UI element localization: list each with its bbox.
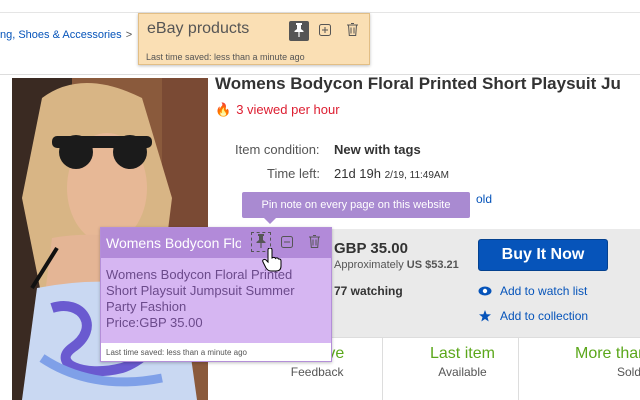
listing-title: Womens Bodycon Floral Printed Short Play… <box>215 74 621 93</box>
flame-icon: 🔥 <box>215 102 232 117</box>
note-body-line: Party Fashion <box>106 299 187 314</box>
time-left-date: 2/19, 11:49AM <box>384 170 449 181</box>
viewed-text: 3 viewed per hour <box>236 102 340 117</box>
item-condition-value: New with tags <box>334 142 421 157</box>
watch-link-label[interactable]: Add to watch list <box>500 284 587 298</box>
add-note-button[interactable] <box>315 21 335 41</box>
stat-divider <box>518 337 519 400</box>
pin-tooltip: Pin note on every page on this website <box>242 192 470 224</box>
trash-icon <box>346 23 358 39</box>
breadcrumb-separator: > <box>125 29 133 41</box>
note-body-line: Womens Bodycon Floral Printed <box>106 267 293 282</box>
price: GBP 35.00 <box>334 240 408 257</box>
delete-note-button[interactable] <box>304 233 324 253</box>
stat-sold-label: Sold <box>617 365 640 379</box>
breadcrumb-link[interactable]: ng, Shoes & Accessories <box>0 29 122 41</box>
note-saved-status: Last time saved: less than a minute ago <box>106 348 247 357</box>
sold-link[interactable]: old <box>476 192 492 206</box>
stat-available: Last item Available <box>430 345 495 379</box>
sticky-note-purple[interactable]: Womens Bodycon Floral Printed Short Play… <box>100 227 332 362</box>
note-body-line: Price:GBP 35.00 <box>106 315 203 330</box>
buy-it-now-button[interactable]: Buy It Now <box>478 239 608 271</box>
collection-link-label[interactable]: Add to collection <box>500 309 588 323</box>
pin-icon <box>294 22 304 40</box>
approx-price: Approximately US $53.21 <box>334 259 459 271</box>
note-body-line: Short Playsuit Jumpsuit Summer <box>106 283 295 298</box>
add-note-icon <box>319 23 331 39</box>
stat-available-label: Available <box>438 365 487 379</box>
trash-icon <box>308 235 320 251</box>
minimize-icon <box>281 235 293 251</box>
delete-note-button[interactable] <box>342 21 362 41</box>
watching-count: 77 watching <box>334 284 403 298</box>
approx-value: US $53.21 <box>406 259 459 271</box>
eye-icon <box>478 286 492 296</box>
stat-sold-value: More than <box>575 345 640 362</box>
stat-available-value: Last item <box>430 345 495 362</box>
stat-sold: More than Sold <box>575 345 640 379</box>
time-left-value: 21d 19h 2/19, 11:49AM <box>334 166 449 181</box>
viewed-per-hour: 🔥 3 viewed per hour <box>215 102 340 118</box>
add-to-collection-link[interactable]: Add to collection <box>478 309 588 323</box>
item-condition-label: Item condition: <box>235 142 320 157</box>
note-body[interactable]: Womens Bodycon Floral Printed Short Play… <box>106 267 328 331</box>
hand-cursor-icon <box>262 247 282 272</box>
sticky-note-orange[interactable]: eBay products Last time saved: less than… <box>138 13 370 65</box>
stat-feedback-label: Feedback <box>290 365 344 379</box>
note-title[interactable]: eBay products <box>147 20 249 38</box>
approx-label: Approximately <box>334 259 404 271</box>
note-title[interactable]: Womens Bodycon Floral Printed Short Play… <box>106 235 241 251</box>
time-left-duration: 21d 19h <box>334 166 381 181</box>
breadcrumb[interactable]: ng, Shoes & Accessories > <box>0 29 132 41</box>
note-saved-status: Last time saved: less than a minute ago <box>146 52 305 62</box>
pin-button[interactable] <box>289 21 309 41</box>
stat-divider <box>382 337 383 400</box>
ebay-top-bar <box>0 0 640 13</box>
add-to-watch-list-link[interactable]: Add to watch list <box>478 284 587 298</box>
star-icon <box>478 310 492 322</box>
time-left-label: Time left: <box>267 166 320 181</box>
